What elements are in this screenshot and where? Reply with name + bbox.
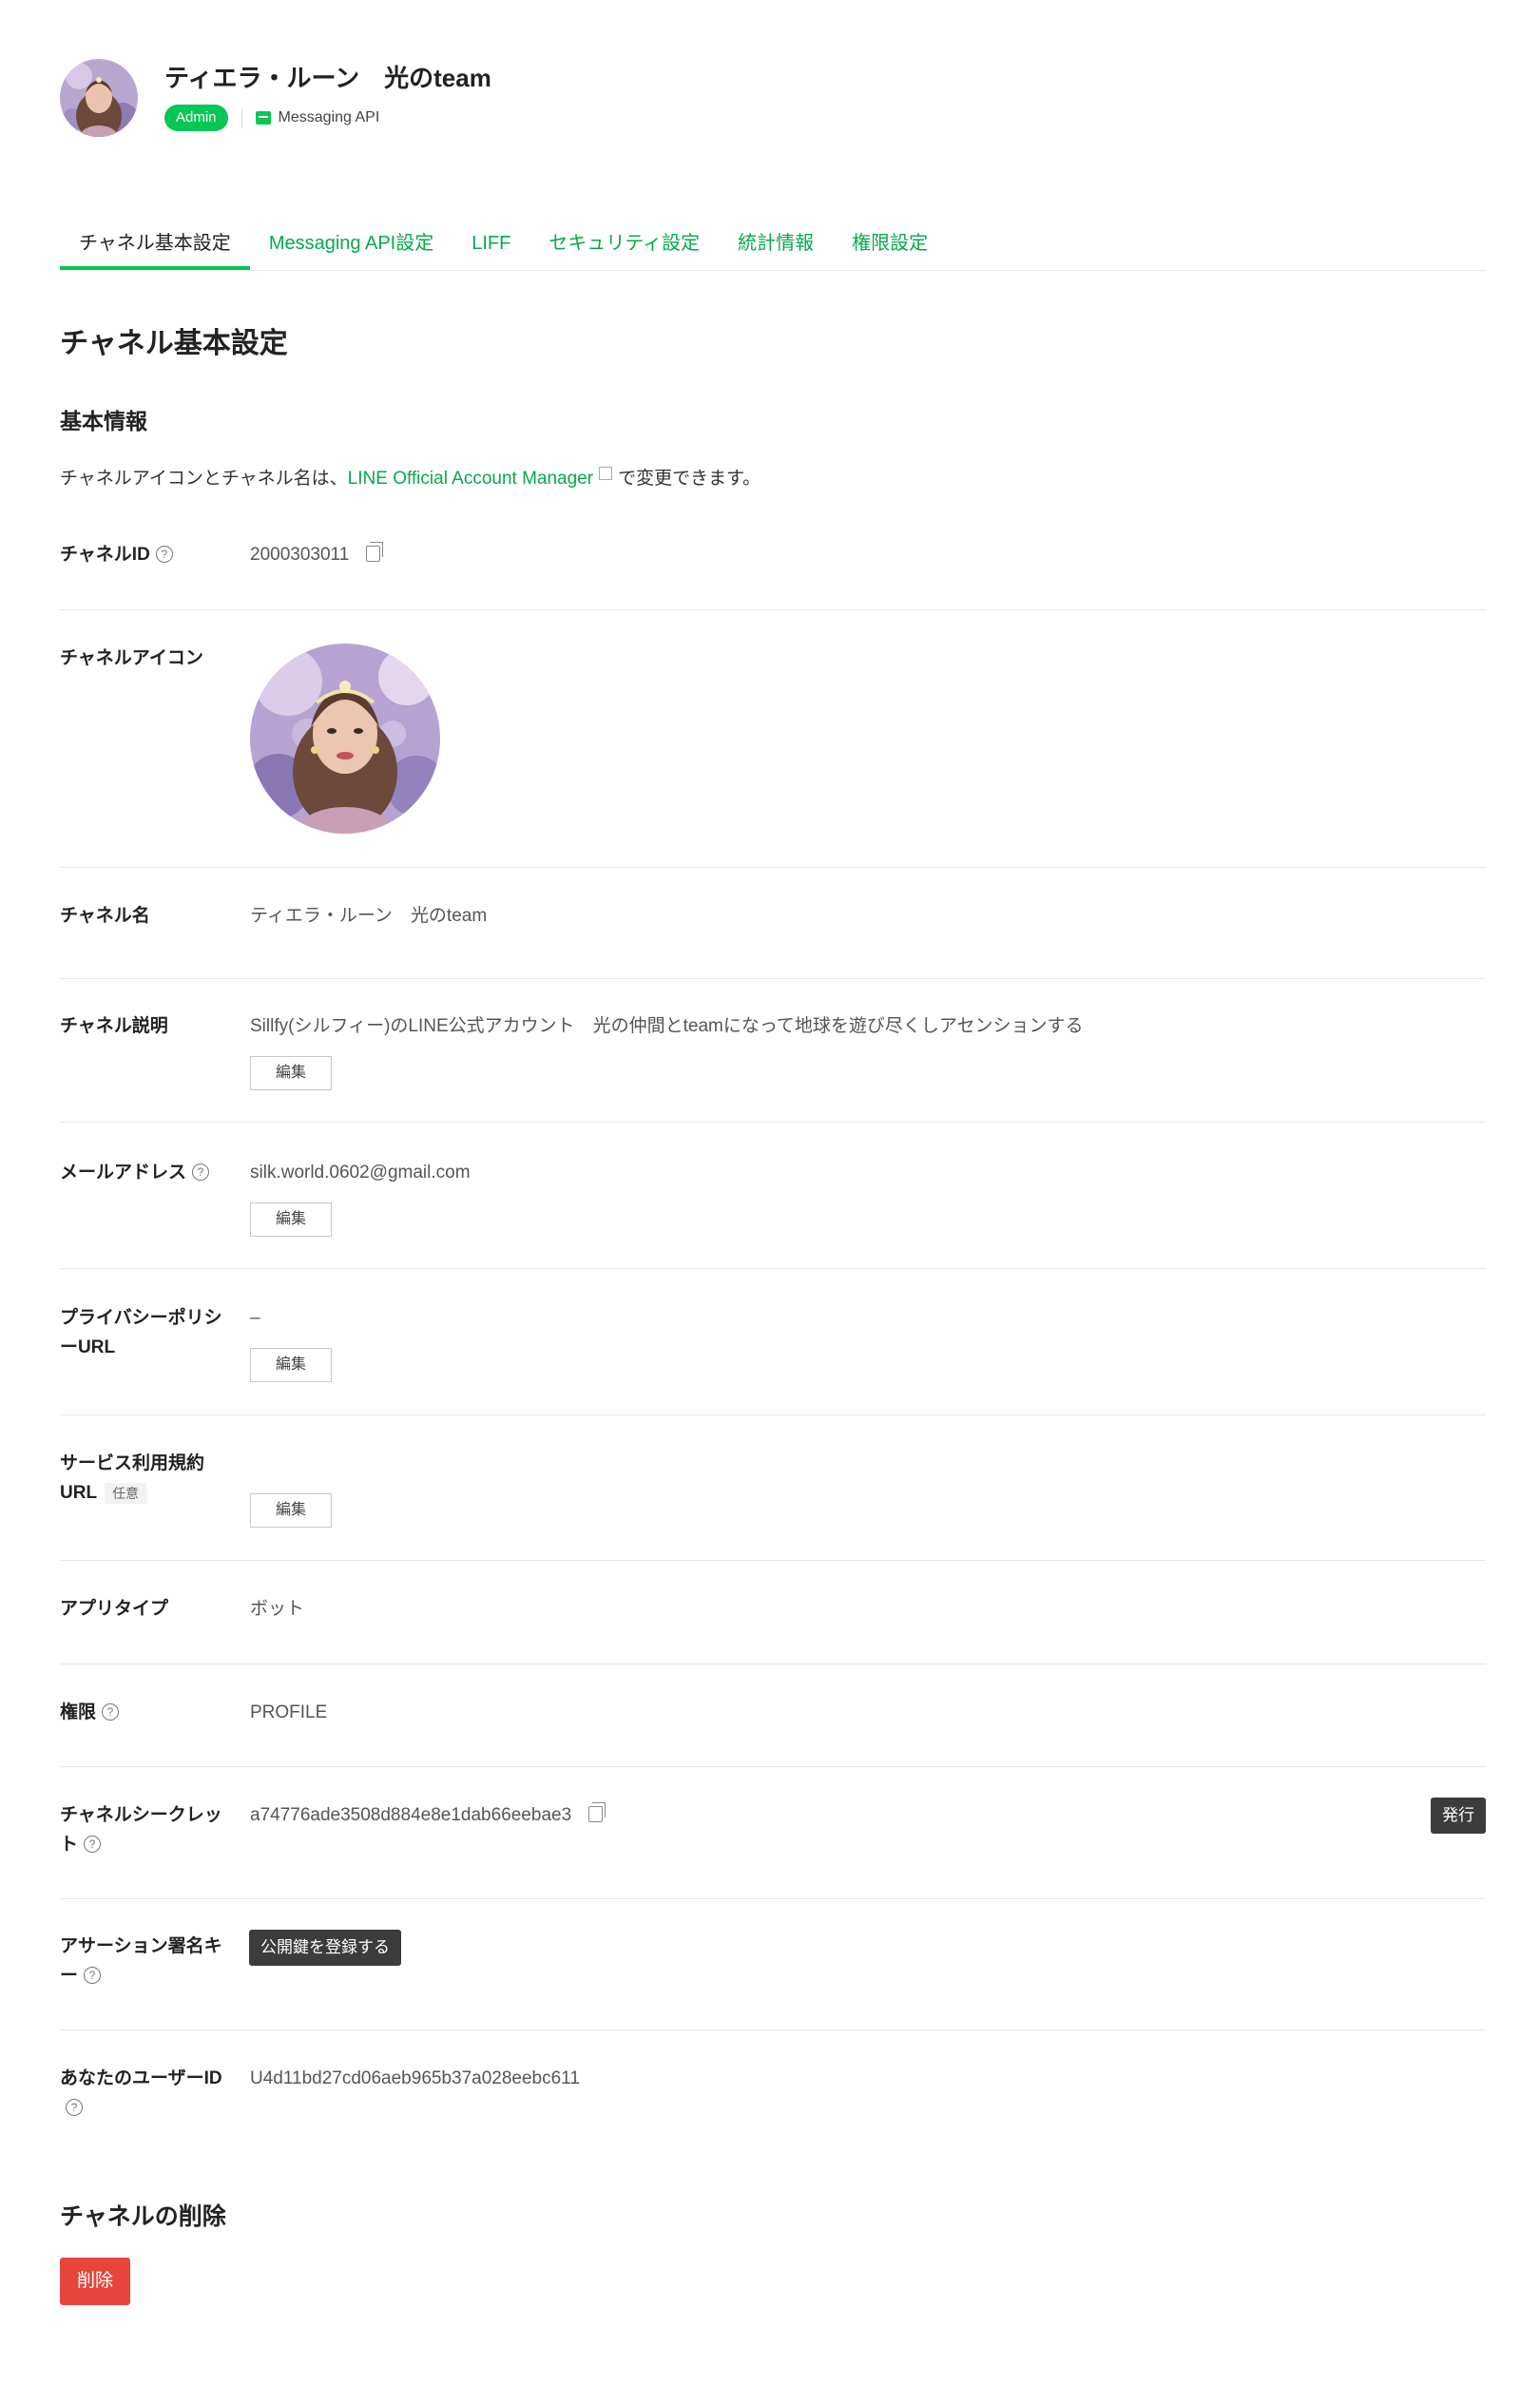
app-type-value: ボット [250,1599,305,1619]
email-label: メールアドレス? [60,1158,236,1187]
page-title: チャネル基本設定 [60,328,288,359]
channel-id-label: チャネルID? [60,540,236,569]
channel-type-label: Messaging API [278,109,380,125]
user-id-value: U4d11bd27cd06aeb965b37a028eebc611 [250,2068,580,2088]
channel-settings-page: ティエラ・ルーン 光のteam Admin Messaging API チャネル… [0,0,1540,2404]
help-icon[interactable]: ? [102,1703,120,1721]
row-channel-id: チャネルID? 2000303011 [60,540,1486,610]
help-icon[interactable]: ? [192,1164,210,1181]
external-link-icon [599,467,613,480]
channel-icon-image [250,644,440,834]
issue-secret-button[interactable]: 発行 [1431,1798,1486,1834]
help-icon[interactable]: ? [66,2099,83,2116]
channel-header: ティエラ・ルーン 光のteam Admin Messaging API [60,59,491,139]
delete-channel-button[interactable]: 削除 [60,2258,130,2305]
channel-desc-label: チャネル説明 [60,1016,168,1036]
channel-secret-label: チャネルシークレット? [60,1805,222,1855]
edit-privacy-url-button[interactable]: 編集 [250,1348,332,1382]
permission-value: PROFILE [250,1702,328,1722]
optional-tag: 任意 [105,1483,147,1504]
basic-info-description: チャネルアイコンとチャネル名は、LINE Official Account Ma… [60,467,761,489]
messaging-api-icon [255,111,271,125]
channel-avatar-small [60,59,138,137]
row-channel-secret: チャネルシークレット? a74776ade3508d884e8e1dab66ee… [60,1798,1486,1899]
copy-icon[interactable] [366,542,384,562]
edit-terms-url-button[interactable]: 編集 [250,1493,332,1528]
row-terms-url: サービス利用規約URL 任意 編集 [60,1449,1486,1561]
channel-name-label: チャネル名 [60,906,150,926]
copy-icon[interactable] [588,1802,606,1822]
edit-email-button[interactable]: 編集 [250,1202,332,1237]
register-public-key-button[interactable]: 公開鍵を登録する [249,1930,401,1966]
user-id-label: あなたのユーザーID? [60,2068,222,2116]
tab-permissions[interactable]: 権限設定 [833,221,947,268]
meta-divider [241,107,242,128]
channel-secret-value: a74776ade3508d884e8e1dab66eebae3 [250,1800,606,1830]
privacy-url-label: プライバシーポリシーURL [60,1308,222,1357]
row-assertion-key: アサーション署名キー? 公開鍵を登録する [60,1930,1486,2030]
privacy-url-value: – [250,1308,260,1328]
tab-statistics[interactable]: 統計情報 [719,221,833,268]
line-oam-link[interactable]: LINE Official Account Manager [348,469,593,489]
row-channel-icon: チャネルアイコン [60,644,1486,868]
permission-label: 権限? [60,1698,236,1727]
channel-name-value: ティエラ・ルーン 光のteam [250,906,488,926]
channel-id-value: 2000303011 [250,540,384,569]
channel-desc-value: Sillfy(シルフィー)のLINE公式アカウント 光の仲間とteamになって地… [250,1016,1084,1036]
row-privacy-policy-url: プライバシーポリシーURL – 編集 [60,1303,1486,1415]
row-user-id: あなたのユーザーID? U4d11bd27cd06aeb965b37a028ee… [60,2064,1486,2130]
app-type-label: アプリタイプ [60,1599,169,1619]
terms-url-label: サービス利用規約URL 任意 [60,1453,205,1504]
help-icon[interactable]: ? [155,546,173,563]
section-title-basic-info: 基本情報 [60,409,147,433]
settings-tabs: チャネル基本設定 Messaging API設定 LIFF セキュリティ設定 統… [60,221,1486,271]
edit-channel-desc-button[interactable]: 編集 [250,1056,332,1090]
channel-icon-label: チャネルアイコン [60,648,203,668]
tab-channel-basic[interactable]: チャネル基本設定 [60,221,250,270]
assertion-key-label: アサーション署名キー? [60,1936,222,1986]
email-value: silk.world.0602@gmail.com [250,1163,471,1183]
row-channel-name: チャネル名 ティエラ・ルーン 光のteam [60,901,1486,979]
row-channel-description: チャネル説明 Sillfy(シルフィー)のLINE公式アカウント 光の仲間とte… [60,1011,1486,1123]
help-icon[interactable]: ? [84,1967,102,1984]
tab-messaging-api[interactable]: Messaging API設定 [250,221,452,268]
row-app-type: アプリタイプ ボット [60,1594,1486,1664]
section-title-delete-channel: チャネルの削除 [60,2203,226,2230]
tab-liff[interactable]: LIFF [452,221,529,268]
row-email: メールアドレス? silk.world.0602@gmail.com 編集 [60,1158,1486,1269]
admin-badge: Admin [164,105,228,131]
help-icon[interactable]: ? [84,1836,102,1853]
channel-title: ティエラ・ルーン 光のteam [164,64,491,92]
row-permission: 権限? PROFILE [60,1698,1486,1767]
tab-security[interactable]: セキュリティ設定 [529,221,719,268]
